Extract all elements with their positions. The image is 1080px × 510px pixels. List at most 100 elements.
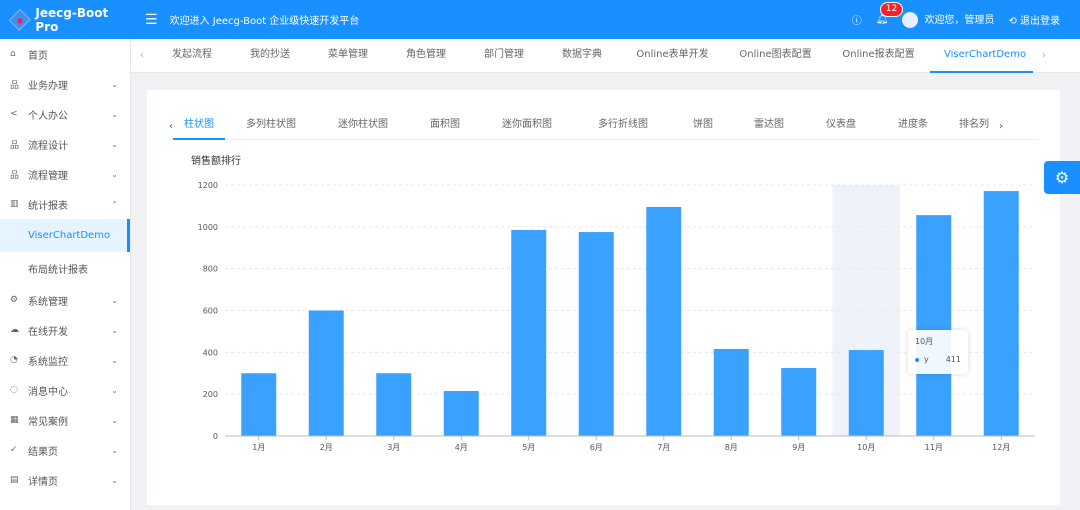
page-tab[interactable]: 部门管理 bbox=[465, 39, 543, 73]
sidebar-item-label: 常见案例 bbox=[28, 416, 68, 428]
sidebar-item-label: 消息中心 bbox=[28, 386, 68, 398]
chart-tab[interactable]: 多行折线图 bbox=[573, 114, 673, 140]
sidebar-item-label: 个人办公 bbox=[28, 110, 68, 122]
apartment-icon: 品 bbox=[10, 170, 20, 181]
message-icon: ◌ bbox=[10, 385, 18, 395]
page-tab[interactable]: 发起流程 bbox=[153, 39, 231, 73]
tooltip-series: y bbox=[924, 355, 929, 364]
chart-icon: ▥ bbox=[10, 199, 19, 209]
chevron-down-icon: ⌄ bbox=[111, 325, 118, 335]
chart-tab[interactable]: 雷达图 bbox=[733, 114, 805, 140]
chevron-down-icon: ⌄ bbox=[111, 415, 118, 425]
sidebar-item-label: 在线开发 bbox=[28, 326, 68, 338]
page-tab[interactable]: 我的抄送 bbox=[231, 39, 309, 73]
sidebar-item[interactable]: 品流程管理 ⌄ bbox=[0, 159, 130, 189]
tooltip-value: 411 bbox=[945, 355, 961, 364]
sidebar: ⌂ 首页品业务办理 ⌄ < 个人办公 ⌄ 品流程设计 ⌄ 品流程管理 ⌄ ▥ 统计报表 ⌃ ViserCh… bbox=[0, 39, 131, 510]
apartment-icon: 品 bbox=[10, 80, 20, 91]
page-tab[interactable]: 菜单管理 bbox=[309, 39, 387, 73]
sidebar-item[interactable]: 品业务办理 ⌄ bbox=[0, 69, 130, 99]
sidebar-item[interactable]: ViserChartDemo bbox=[0, 219, 130, 252]
sidebar-item[interactable]: ◌ 消息中心 ⌄ bbox=[0, 375, 130, 405]
chart-tooltip: 10月 y 411 bbox=[908, 330, 968, 374]
chart-tab[interactable]: 仪表盘 bbox=[805, 114, 877, 140]
logo-icon bbox=[8, 8, 31, 31]
chevron-down-icon: ⌄ bbox=[111, 295, 118, 305]
chart-tab[interactable]: 饼图 bbox=[673, 114, 733, 140]
chevron-down-icon: ⌄ bbox=[111, 169, 118, 179]
sidebar-item-label: 流程设计 bbox=[28, 140, 68, 152]
page-tab[interactable]: Online报表配置 bbox=[827, 39, 930, 73]
sidebar-item[interactable]: ▥ 统计报表 ⌃ bbox=[0, 189, 130, 219]
sidebar-item-label: ViserChartDemo bbox=[28, 230, 111, 241]
sidebar-item[interactable]: 布局统计报表 bbox=[0, 252, 130, 285]
help-icon[interactable]: ⓘ bbox=[852, 12, 862, 27]
page-tab[interactable]: ViserChartDemo bbox=[930, 39, 1033, 73]
sidebar-item-label: 系统监控 bbox=[28, 356, 68, 368]
notification-badge: 12 bbox=[879, 2, 904, 17]
sidebar-item[interactable]: ✓ 结果页 ⌄ bbox=[0, 435, 130, 465]
chart-tab[interactable]: 柱状图 bbox=[173, 114, 225, 140]
logo[interactable]: Jeecg-Boot Pro bbox=[0, 6, 131, 34]
sidebar-item-label: 布局统计报表 bbox=[28, 265, 88, 276]
sidebar-item-label: 结果页 bbox=[28, 446, 58, 458]
tooltip-title: 10月 bbox=[915, 337, 934, 346]
chevron-up-icon: ⌃ bbox=[111, 199, 118, 209]
notification-bell-icon[interactable]: 🔔︎ 12 bbox=[876, 2, 904, 25]
sidebar-item[interactable]: 品流程设计 ⌄ bbox=[0, 129, 130, 159]
page-tab[interactable]: 角色管理 bbox=[387, 39, 465, 73]
chevron-down-icon: ⌄ bbox=[111, 445, 118, 455]
sidebar-item[interactable]: ⌂ 首页 bbox=[0, 39, 130, 69]
chart-tab[interactable]: 进度条 bbox=[877, 114, 949, 140]
dashboard-icon: ◔ bbox=[10, 355, 18, 365]
sidebar-item-label: 详情页 bbox=[28, 476, 58, 488]
page-tab[interactable]: Online表单开发 bbox=[621, 39, 724, 73]
check-circle-icon: ✓ bbox=[10, 445, 18, 455]
series-dot-icon bbox=[915, 357, 919, 362]
page-tab[interactable]: 数据字典 bbox=[543, 39, 621, 73]
logo-text: Jeecg-Boot Pro bbox=[35, 5, 109, 34]
sidebar-item-label: 首页 bbox=[28, 50, 48, 62]
menu-fold-icon[interactable]: ☰ bbox=[145, 12, 158, 28]
table-icon: ▦ bbox=[10, 415, 19, 425]
chevron-down-icon: ⌄ bbox=[111, 79, 118, 89]
chevron-down-icon: ⌄ bbox=[111, 139, 118, 149]
sidebar-item[interactable]: ☁ 在线开发 ⌄ bbox=[0, 315, 130, 345]
chart-type-tabs: ‹ 柱状图 多列柱状图 迷你柱状图 面积图 迷你面积图 多行折线图 饼图 雷达图 仪表盘 进度条 排名… bbox=[169, 114, 1037, 140]
chart-tab[interactable]: 面积图 bbox=[409, 114, 481, 140]
sidebar-item-label: 统计报表 bbox=[28, 200, 68, 212]
page-tab[interactable]: Online图表配置 bbox=[724, 39, 827, 73]
chevron-down-icon: ⌄ bbox=[111, 475, 118, 485]
sidebar-item-label: 流程管理 bbox=[28, 170, 68, 182]
logout-icon: ⟲ bbox=[1008, 16, 1020, 27]
cloud-icon: ☁ bbox=[10, 325, 19, 335]
sidebar-item[interactable]: ▤ 详情页 ⌄ bbox=[0, 465, 130, 495]
user-menu[interactable]: 欢迎您，管理员 bbox=[902, 11, 994, 28]
welcome-text: 欢迎进入 Jeecg-Boot 企业级快速开发平台 bbox=[169, 16, 360, 27]
tabs-prev-icon[interactable]: ‹ bbox=[131, 50, 153, 61]
logout-button[interactable]: ⟲ 退出登录 bbox=[1008, 12, 1060, 27]
home-icon: ⌂ bbox=[10, 49, 16, 59]
sidebar-item[interactable]: < 个人办公 ⌄ bbox=[0, 99, 130, 129]
sidebar-item[interactable]: ◔ 系统监控 ⌄ bbox=[0, 345, 130, 375]
tabs-next-icon[interactable]: › bbox=[1033, 50, 1055, 61]
chart-title: 销售额排行 bbox=[191, 156, 241, 167]
chart-tabs-next-icon[interactable]: › bbox=[999, 121, 1003, 132]
top-header: Jeecg-Boot Pro ☰ 欢迎进入 Jeecg-Boot 企业级快速开发… bbox=[0, 0, 1080, 39]
logout-label: 退出登录 bbox=[1020, 16, 1060, 27]
profile-icon: ▤ bbox=[10, 475, 19, 485]
chart-tab[interactable]: 迷你面积图 bbox=[481, 114, 573, 140]
chart-tab[interactable]: 排名列 bbox=[949, 114, 999, 140]
sidebar-item-label: 业务办理 bbox=[28, 80, 68, 92]
settings-gear-button[interactable]: ⚙ bbox=[1044, 161, 1080, 194]
chart-tab[interactable]: 多列柱状图 bbox=[225, 114, 317, 140]
chart-tab[interactable]: 迷你柱状图 bbox=[317, 114, 409, 140]
gear-icon: ⚙ bbox=[10, 295, 19, 305]
sidebar-item[interactable]: ⚙ 系统管理 ⌄ bbox=[0, 285, 130, 315]
sidebar-item[interactable]: ▦ 常见案例 ⌄ bbox=[0, 405, 130, 435]
user-name: 欢迎您，管理员 bbox=[924, 15, 995, 26]
apartment-icon: 品 bbox=[10, 140, 20, 151]
chevron-down-icon: ⌄ bbox=[111, 355, 118, 365]
chart-card: ‹ 柱状图 多列柱状图 迷你柱状图 面积图 迷你面积图 多行折线图 饼图 雷达图 仪表盘 进度条 排名… bbox=[147, 90, 1060, 505]
page-tabs: ‹ 发起流程 我的抄送 菜单管理 角色管理 部门管理 数据字典 Online表单开发 Onlin… bbox=[131, 39, 1080, 73]
